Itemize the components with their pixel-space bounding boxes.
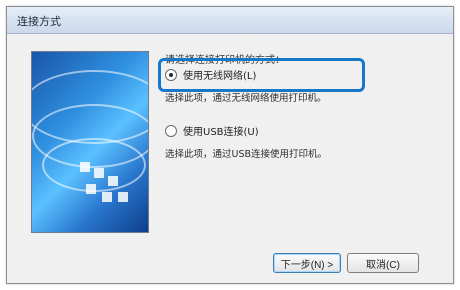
option-usb[interactable]: 使用USB连接(U) 选择此项，通过USB连接使用打印机。 [165,123,385,160]
radio-usb[interactable] [165,124,177,137]
next-button[interactable]: 下一步(N) > [273,253,341,273]
cancel-button[interactable]: 取消(C) [347,253,419,273]
option-wireless-description: 选择此项，通过无线网络使用打印机。 [165,93,327,104]
option-row[interactable]: 使用USB连接(U) [165,123,385,138]
option-wireless-label: 使用无线网络(L) [183,71,257,82]
connection-method-dialog: 连接方式 请选择连接打印机的方式： 使用无线网络(L) 选择此项，通过无线网络使… [6,6,454,284]
dialog-content: 请选择连接打印机的方式： 使用无线网络(L) 选择此项，通过无线网络使用打印机。… [15,39,445,275]
title-bar: 连接方式 [7,7,453,34]
decorative-blocks [80,162,140,216]
option-usb-label: 使用USB连接(U) [183,127,259,138]
option-row[interactable]: 使用无线网络(L) [165,67,355,82]
radio-wireless[interactable] [165,68,177,81]
window-title: 连接方式 [17,15,61,28]
option-wireless[interactable]: 使用无线网络(L) 选择此项，通过无线网络使用打印机。 [165,67,355,104]
option-usb-description: 选择此项，通过USB连接使用打印机。 [165,149,328,160]
wireless-illustration [31,51,149,233]
